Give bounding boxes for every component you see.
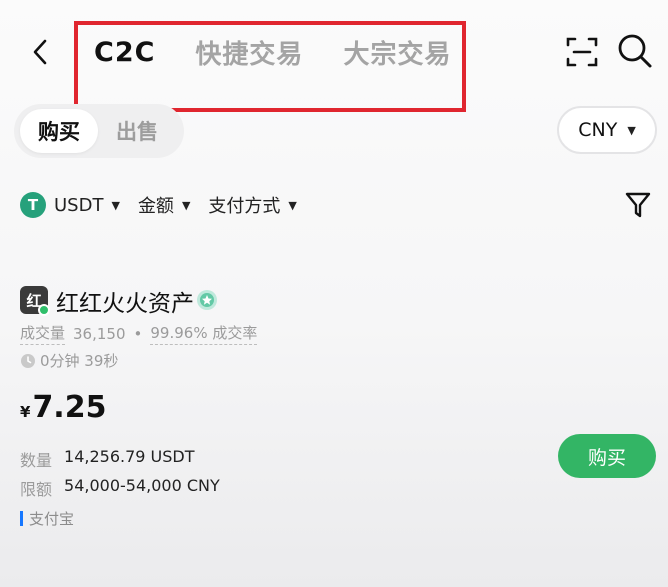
alipay-color-bar: [20, 511, 23, 526]
caret-down-icon: ▼: [627, 123, 636, 137]
amount-filter-label: 金额: [137, 196, 174, 217]
tether-icon: T: [20, 192, 46, 218]
quantity-value: 14,256.79 USDT: [64, 447, 195, 466]
quantity-label: 数量: [20, 451, 53, 470]
search-button[interactable]: [614, 30, 656, 72]
payment-filter-label: 支付方式: [208, 196, 281, 217]
back-button[interactable]: [22, 30, 58, 74]
payment-method-filter[interactable]: 支付方式 ▼: [208, 192, 296, 218]
verified-merchant-icon: [196, 289, 218, 311]
price-value: 7.25: [32, 390, 107, 425]
payment-method-label: 支付宝: [29, 510, 75, 528]
completion-label: 成交率: [212, 324, 258, 342]
completion-rate: 99.96% 成交率: [150, 322, 258, 345]
orders-label: 成交量: [20, 322, 66, 345]
amount-filter[interactable]: 金额 ▼: [138, 192, 190, 218]
limit-label: 限额: [20, 480, 53, 499]
highlight-annotation-box: [74, 21, 466, 112]
funnel-icon: [625, 192, 651, 218]
payment-method-tag: 支付宝: [20, 508, 74, 529]
release-time-value: 0分钟 39秒: [40, 352, 119, 370]
buy-button[interactable]: 购买: [558, 434, 656, 478]
currency-symbol: ¥: [20, 403, 31, 421]
offer-price: ¥ 7.25: [20, 390, 106, 425]
scan-icon: [566, 37, 598, 67]
filter-bar: T USDT ▼ 金额 ▼ 支付方式 ▼: [20, 187, 297, 223]
scan-button[interactable]: [562, 32, 602, 72]
advanced-filter-button[interactable]: [624, 190, 652, 220]
completion-value: 99.96%: [150, 324, 208, 342]
caret-down-icon: ▼: [288, 198, 297, 212]
currency-value: CNY: [578, 119, 618, 141]
merchant-name[interactable]: 红红火火资产: [56, 284, 194, 318]
caret-down-icon: ▼: [181, 198, 191, 212]
search-icon: [618, 34, 652, 68]
chevron-left-icon: [33, 39, 47, 65]
orders-value: 36,150: [73, 324, 126, 343]
merchant-stats: 成交量 36,150 • 99.96% 成交率: [20, 322, 258, 345]
limit-row: 限额 54,000-54,000 CNY: [20, 476, 220, 500]
currency-selector[interactable]: CNY ▼: [557, 106, 657, 154]
buy-sell-toggle: 购买 出售: [14, 104, 184, 158]
sell-toggle-option[interactable]: 出售: [98, 109, 176, 153]
coin-filter[interactable]: T USDT ▼: [20, 192, 120, 218]
clock-icon: [21, 353, 35, 368]
online-status-dot: [38, 304, 50, 316]
separator-dot: •: [133, 324, 143, 343]
coin-filter-label: USDT: [54, 194, 104, 216]
buy-toggle-option[interactable]: 购买: [20, 109, 98, 153]
quantity-row: 数量 14,256.79 USDT: [20, 447, 195, 471]
avg-release-time: 0分钟 39秒: [20, 350, 118, 371]
limit-value: 54,000-54,000 CNY: [64, 476, 220, 495]
caret-down-icon: ▼: [111, 198, 120, 212]
